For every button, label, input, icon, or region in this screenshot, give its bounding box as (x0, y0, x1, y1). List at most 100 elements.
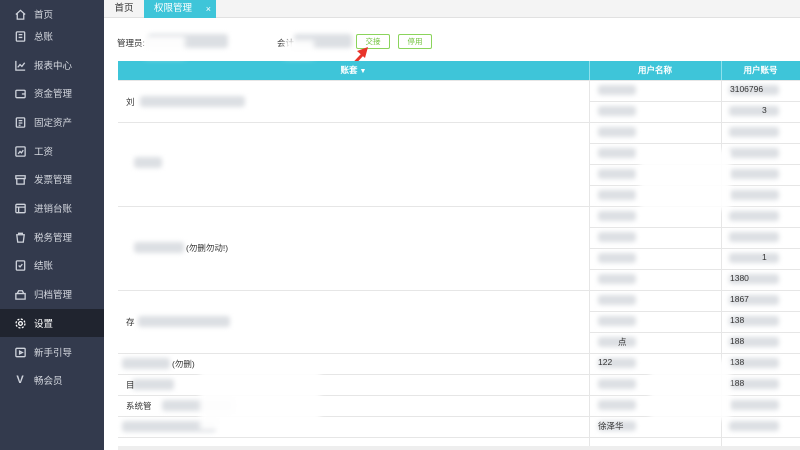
table-cell-account: (勿删勿动!) (186, 243, 229, 253)
tab-label: 权限管理 (154, 3, 193, 14)
redacted-cell (132, 379, 174, 390)
row-divider (118, 437, 589, 438)
row-divider (118, 206, 589, 207)
redaction-smear (650, 360, 730, 420)
sidebar-item-label: 资金管理 (34, 89, 73, 100)
redacted-cell (134, 157, 162, 168)
horizontal-scrollbar[interactable] (118, 446, 800, 450)
sidebar-item-label: 结账 (34, 261, 54, 272)
redacted-cell (729, 421, 779, 431)
row-divider (589, 122, 800, 123)
inventory-icon (13, 201, 27, 215)
redacted-cell (729, 127, 779, 137)
gear-icon (13, 316, 27, 330)
table-cell-account: 系统管 (126, 401, 152, 411)
tab-permission-management[interactable]: 权限管理 × (144, 0, 216, 18)
table-cell-user-account: 1380 (730, 273, 749, 283)
redaction-smear (200, 360, 320, 430)
tab-home[interactable]: 首页 (104, 0, 144, 18)
sidebar-item-ledger[interactable]: 总账 (0, 22, 104, 50)
sidebar-item-label: 畅会员 (34, 376, 63, 387)
close-icon[interactable]: × (206, 0, 211, 18)
sidebar-item-assets[interactable]: 固定资产 (0, 108, 104, 136)
redacted-cell (729, 232, 779, 242)
redaction-smear (284, 40, 314, 58)
redacted-cell (598, 85, 636, 95)
row-divider (589, 311, 800, 312)
sidebar-item-label: 税务管理 (34, 233, 73, 244)
column-header-user-name[interactable]: 用户名称 (589, 61, 721, 80)
sidebar-item-salary[interactable]: 工资 (0, 137, 104, 165)
vip-icon: V (16, 374, 24, 386)
redacted-cell (729, 169, 779, 179)
sidebar-item-label: 首页 (34, 10, 54, 21)
table-cell-user-name: 徐泽华 (598, 421, 624, 431)
row-divider (118, 416, 589, 417)
row-divider (118, 122, 589, 123)
checkout-icon (13, 258, 27, 272)
home-icon (13, 7, 27, 21)
sidebar-item-settings[interactable]: 设置 (0, 309, 104, 337)
redacted-cell (598, 232, 636, 242)
row-divider (118, 80, 589, 81)
table-cell-account: 刘 (126, 97, 135, 107)
redacted-cell (598, 274, 636, 284)
guide-icon (13, 345, 27, 359)
chart-icon (13, 58, 27, 72)
table-cell-user-account: 188 (730, 336, 745, 346)
manager-label: 管理员: (117, 38, 145, 48)
row-divider (589, 290, 800, 291)
sidebar-item-label: 报表中心 (34, 61, 73, 72)
table-cell-user-account: 138 (730, 357, 745, 367)
sidebar-item-label: 固定资产 (34, 118, 73, 129)
sidebar-item-label: 总账 (34, 32, 54, 43)
row-divider (589, 332, 800, 333)
sidebar-item-vip[interactable]: V 畅会员 (0, 366, 104, 394)
asset-icon (13, 115, 27, 129)
table-cell-user-account: 3 (762, 105, 767, 115)
sidebar-item-funds[interactable]: 资金管理 (0, 79, 104, 107)
table-cell-user-name: 点 (618, 337, 627, 347)
redacted-cell (598, 295, 636, 305)
sidebar-item-inventory[interactable]: 进销台账 (0, 194, 104, 222)
sidebar-item-label: 归档管理 (34, 290, 73, 301)
column-header-user-account[interactable]: 用户账号 (721, 61, 800, 80)
redacted-cell (598, 169, 636, 179)
sidebar-item-tax[interactable]: 税务管理 (0, 223, 104, 251)
redaction-smear (640, 150, 730, 210)
disable-button[interactable]: 停用 (398, 34, 432, 49)
column-header-account[interactable]: 账套 ▼ (118, 61, 589, 80)
sidebar-item-reports[interactable]: 报表中心 (0, 51, 104, 79)
row-divider (589, 227, 800, 228)
invoice-icon (13, 172, 27, 186)
archive-icon (13, 287, 27, 301)
table-cell-user-account: 1 (762, 252, 767, 262)
row-divider (589, 101, 800, 102)
redacted-cell (598, 190, 636, 200)
sidebar-item-archive[interactable]: 归档管理 (0, 280, 104, 308)
redacted-cell (598, 253, 636, 263)
sidebar-item-label: 工资 (34, 147, 54, 158)
redacted-cell (729, 190, 779, 200)
redacted-cell (138, 316, 230, 327)
sidebar-item-label: 设置 (34, 319, 54, 330)
sidebar-item-checkout[interactable]: 结账 (0, 251, 104, 279)
tax-icon (13, 230, 27, 244)
table-cell-user-account: 3106796 (730, 84, 764, 94)
sidebar-item-label: 发票管理 (34, 175, 73, 186)
redacted-cell (729, 253, 779, 263)
sidebar-item-invoices[interactable]: 发票管理 (0, 165, 104, 193)
sidebar-item-guide[interactable]: 新手引导 (0, 338, 104, 366)
redacted-cell (598, 400, 636, 410)
wallet-icon (13, 86, 27, 100)
redacted-cell (598, 379, 636, 389)
redacted-cell (598, 337, 636, 347)
table-cell-user-name: 122 (598, 357, 613, 367)
redacted-cell (598, 148, 636, 158)
redacted-cell (598, 211, 636, 221)
sidebar-item-label: 进销台账 (34, 204, 73, 215)
row-divider (589, 143, 800, 144)
redacted-cell (729, 400, 779, 410)
table-cell-account: 存 (126, 317, 135, 327)
table-cell-user-account: 1867 (730, 294, 749, 304)
